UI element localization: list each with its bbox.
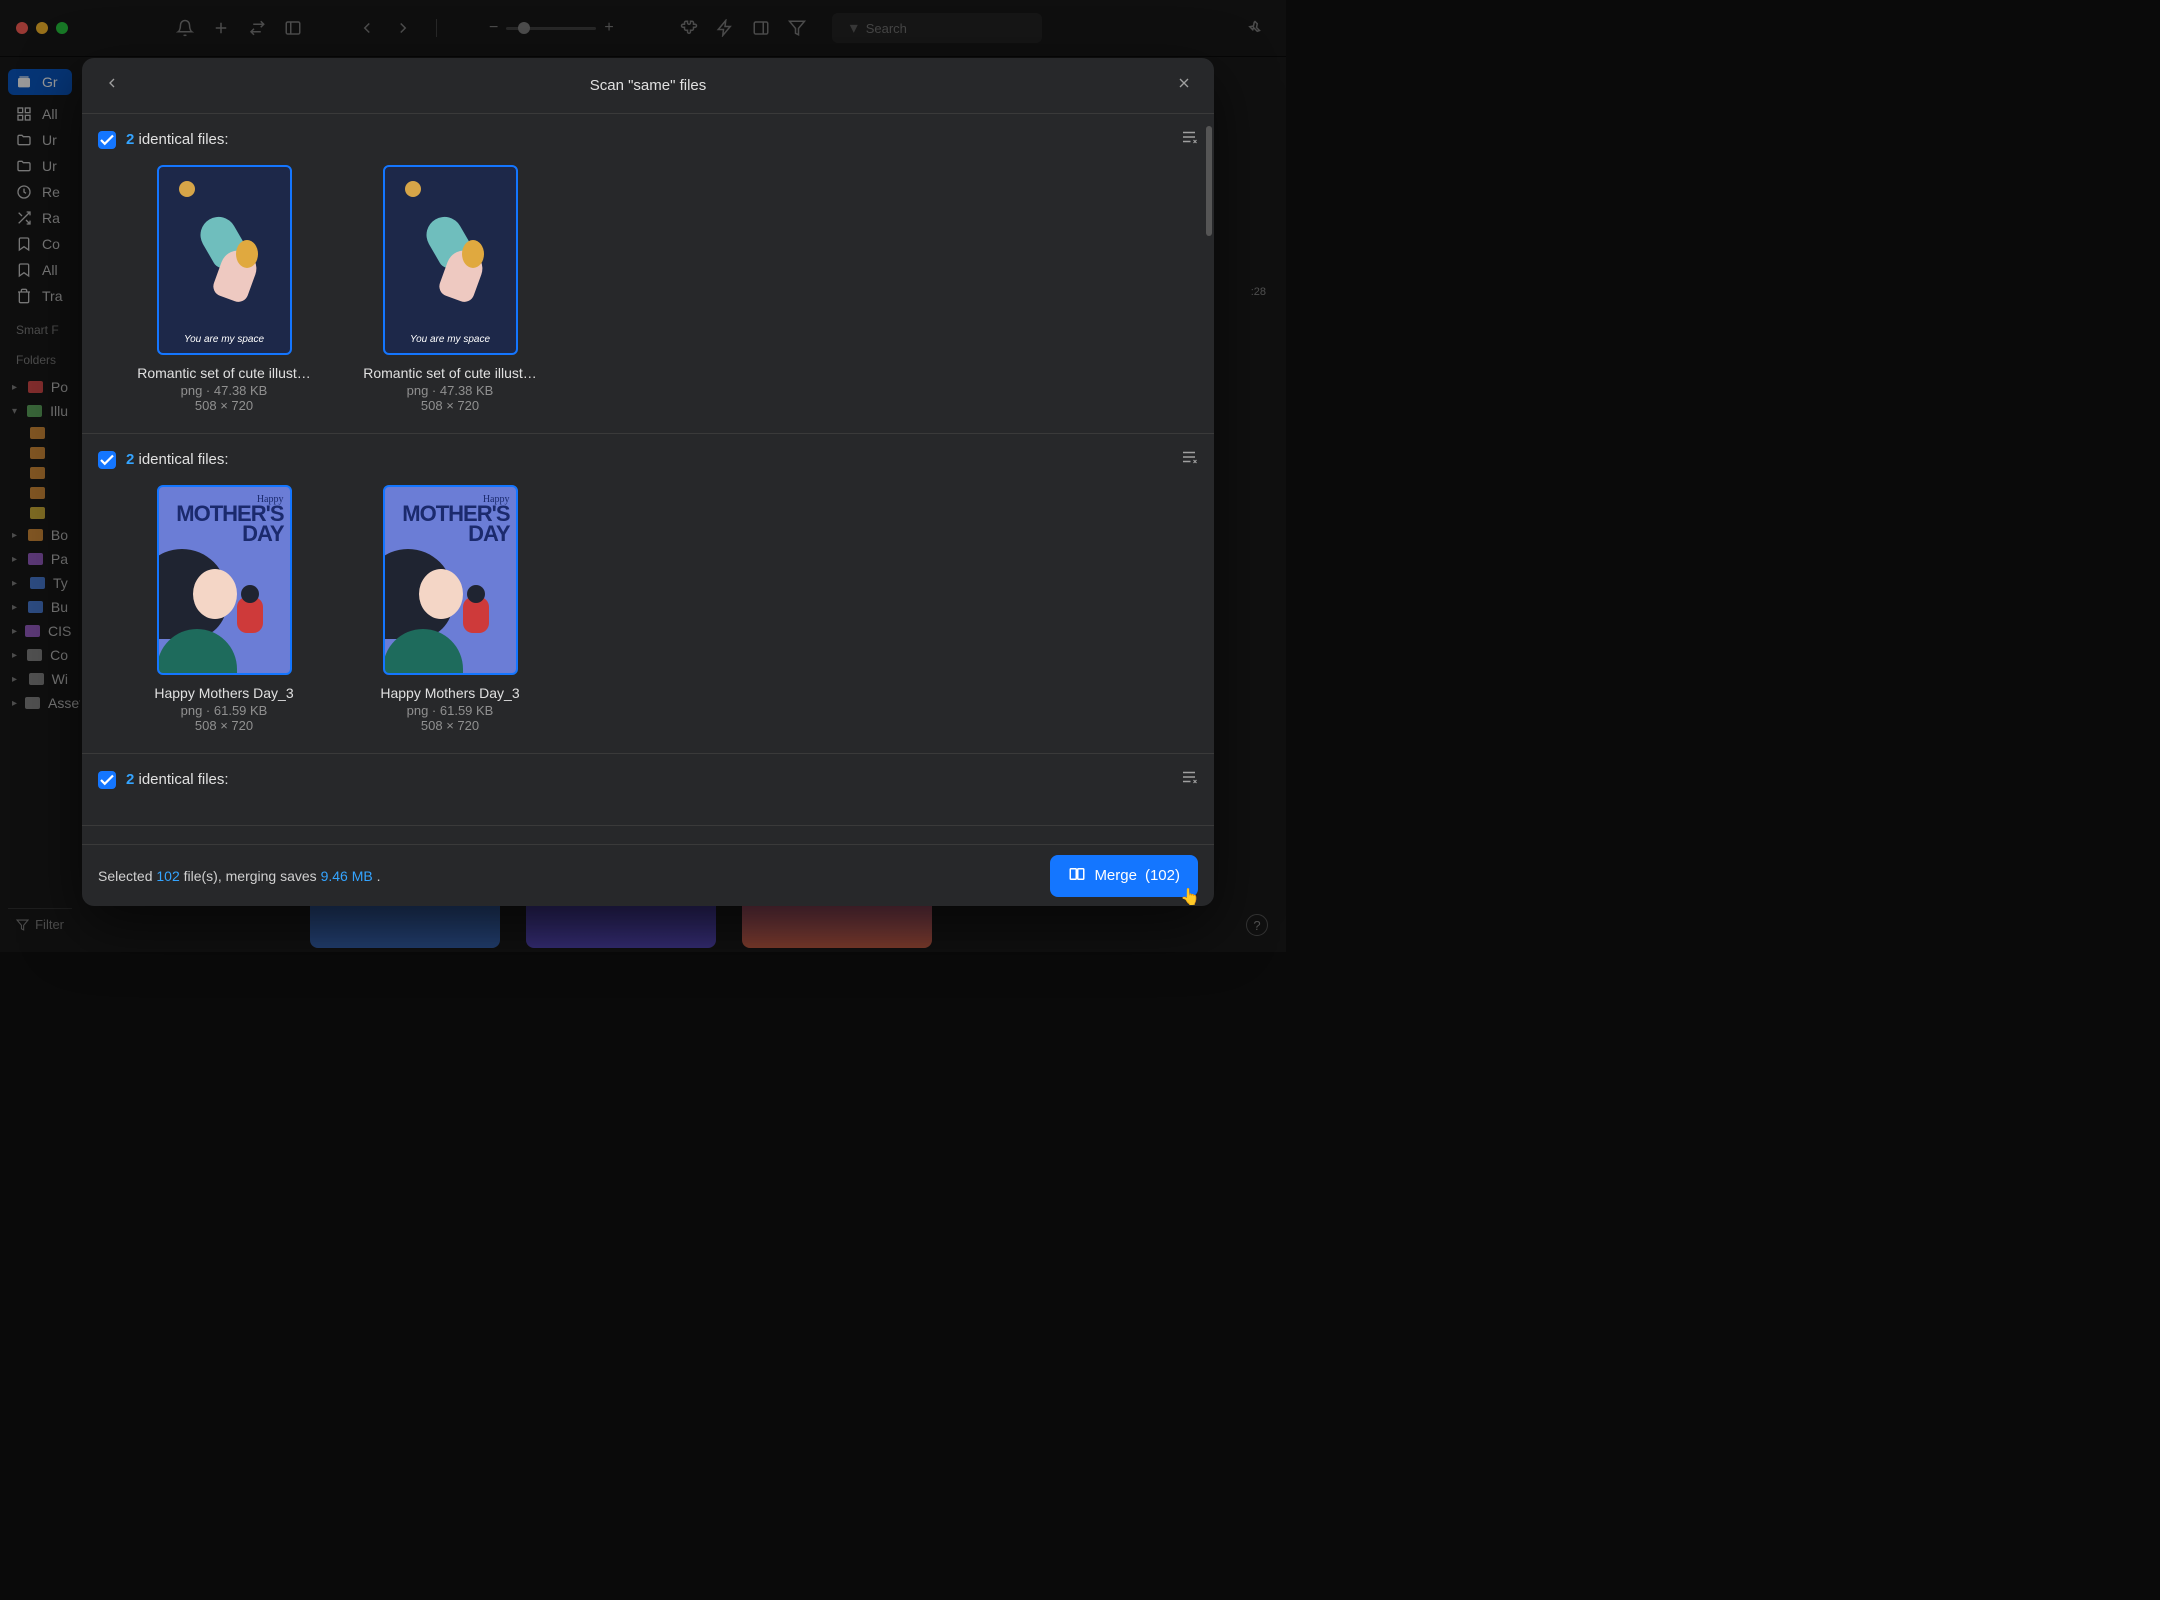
group-label: 2 identical files:: [126, 451, 229, 468]
group-clear-icon[interactable]: [1180, 768, 1198, 791]
cursor-icon: 👆: [1180, 887, 1200, 907]
duplicate-item[interactable]: You are my space Romantic set of cute il…: [352, 165, 548, 413]
duplicate-group: 2 identical files:: [82, 754, 1214, 826]
file-name: Happy Mothers Day_3: [352, 685, 548, 701]
selected-prefix: Selected: [98, 868, 152, 884]
modal-close-button[interactable]: [1170, 69, 1198, 102]
footer-summary: Selected 102 file(s), merging saves 9.46…: [98, 868, 380, 884]
thumbnail[interactable]: HappyMOTHER'SDAY: [157, 485, 292, 675]
thumbnail[interactable]: You are my space: [383, 165, 518, 355]
group-checkbox[interactable]: [98, 771, 116, 789]
group-header: 2 identical files:: [98, 448, 1198, 471]
duplicates-row: HappyMOTHER'SDAY Happy Mothers Day_3 png…: [98, 485, 1198, 733]
merge-count: (102): [1145, 867, 1180, 884]
group-clear-icon[interactable]: [1180, 448, 1198, 471]
modal-header: Scan "same" files: [82, 58, 1214, 114]
file-dimensions: 508 × 720: [352, 718, 548, 733]
thumbnail[interactable]: HappyMOTHER'SDAY: [383, 485, 518, 675]
file-dimensions: 508 × 720: [126, 398, 322, 413]
modal-footer: Selected 102 file(s), merging saves 9.46…: [82, 844, 1214, 906]
duplicate-item[interactable]: You are my space Romantic set of cute il…: [126, 165, 322, 413]
file-meta: png · 61.59 KB: [126, 703, 322, 718]
file-meta: png · 61.59 KB: [352, 703, 548, 718]
thumbnail[interactable]: You are my space: [157, 165, 292, 355]
group-clear-icon[interactable]: [1180, 128, 1198, 151]
duplicate-group: 2 identical files: HappyMOTHER'SDAY Happ…: [82, 434, 1214, 754]
group-header: 2 identical files:: [98, 768, 1198, 791]
file-name: Romantic set of cute illust…: [352, 365, 548, 381]
file-dimensions: 508 × 720: [126, 718, 322, 733]
group-header: 2 identical files:: [98, 128, 1198, 151]
group-label: 2 identical files:: [126, 131, 229, 148]
file-name: Happy Mothers Day_3: [126, 685, 322, 701]
files-label: file(s), merging saves: [184, 868, 317, 884]
duplicate-item[interactable]: HappyMOTHER'SDAY Happy Mothers Day_3 png…: [126, 485, 322, 733]
merge-icon: [1068, 865, 1086, 887]
merge-label: Merge: [1094, 867, 1137, 884]
duplicates-row: You are my space Romantic set of cute il…: [98, 165, 1198, 413]
file-dimensions: 508 × 720: [352, 398, 548, 413]
file-meta: png · 47.38 KB: [126, 383, 322, 398]
merge-button[interactable]: Merge (102) 👆: [1050, 855, 1198, 897]
modal-back-button[interactable]: [98, 69, 126, 102]
scan-modal: Scan "same" files 2 identical files: You…: [82, 58, 1214, 906]
group-checkbox[interactable]: [98, 131, 116, 149]
selected-count: 102: [156, 868, 179, 884]
period: .: [377, 868, 381, 884]
file-meta: png · 47.38 KB: [352, 383, 548, 398]
modal-body[interactable]: 2 identical files: You are my space Roma…: [82, 114, 1214, 844]
scrollbar-thumb[interactable]: [1206, 126, 1212, 236]
duplicate-group: 2 identical files: You are my space Roma…: [82, 114, 1214, 434]
file-name: Romantic set of cute illust…: [126, 365, 322, 381]
modal-title: Scan "same" files: [126, 77, 1170, 94]
duplicate-item[interactable]: HappyMOTHER'SDAY Happy Mothers Day_3 png…: [352, 485, 548, 733]
group-checkbox[interactable]: [98, 451, 116, 469]
saves-size: 9.46 MB: [321, 868, 373, 884]
group-label: 2 identical files:: [126, 771, 229, 788]
